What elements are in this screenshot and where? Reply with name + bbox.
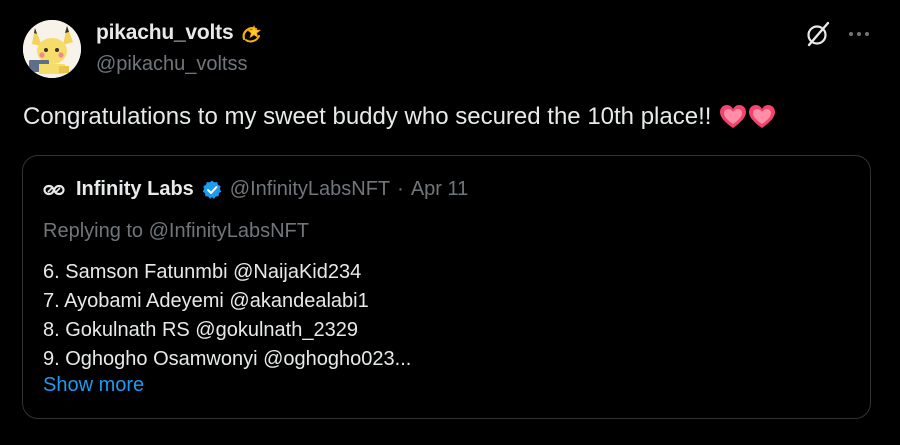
tweet-text: Congratulations to my sweet buddy who se… — [23, 103, 776, 131]
tweet-text-content: Congratulations to my sweet buddy who se… — [23, 103, 712, 130]
verified-badge-icon — [201, 179, 223, 201]
quoted-author-name[interactable]: Infinity Labs — [76, 178, 194, 201]
heart-emoji-icon — [720, 105, 747, 128]
tweet-actions — [804, 20, 872, 48]
header-separator: · — [397, 178, 404, 200]
quoted-tweet-header: Infinity Labs @InfinityLabsNFT · Apr 11 — [43, 178, 468, 201]
show-more-link[interactable]: Show more — [43, 374, 144, 397]
replying-to-label: Replying to @InfinityLabsNFT — [43, 220, 309, 242]
infinity-logo-icon[interactable] — [43, 183, 69, 197]
quoted-tweet-date[interactable]: Apr 11 — [411, 178, 468, 201]
heart-emojis — [719, 104, 776, 130]
list-item: 9. Oghogho Osamwonyi @oghogho023... — [43, 348, 412, 370]
avatar[interactable] — [23, 20, 81, 78]
list-item: 8. Gokulnath RS @gokulnath_2329 — [43, 319, 358, 341]
author-name-row: pikachu_volts — [96, 20, 265, 46]
dizzy-star-emoji-icon — [239, 20, 265, 46]
author-display-name[interactable]: pikachu_volts — [96, 21, 234, 45]
more-horizontal-icon[interactable] — [846, 21, 872, 47]
quoted-tweet-body: 6. Samson Fatunmbi @NaijaKid234 7. Ayoba… — [43, 258, 411, 374]
list-item: 7. Ayobami Adeyemi @akandealabi1 — [43, 290, 369, 312]
quoted-tweet[interactable]: Infinity Labs @InfinityLabsNFT · Apr 11 … — [22, 155, 871, 419]
grok-slash-icon[interactable] — [804, 20, 832, 48]
quoted-author-handle[interactable]: @InfinityLabsNFT — [230, 178, 390, 201]
avatar-illustration-icon — [23, 20, 81, 78]
list-item: 6. Samson Fatunmbi @NaijaKid234 — [43, 261, 362, 283]
author-handle[interactable]: @pikachu_voltss — [96, 53, 247, 76]
heart-emoji-icon — [749, 105, 776, 128]
tweet: pikachu_volts @pikachu_voltss Congratula… — [0, 0, 900, 445]
